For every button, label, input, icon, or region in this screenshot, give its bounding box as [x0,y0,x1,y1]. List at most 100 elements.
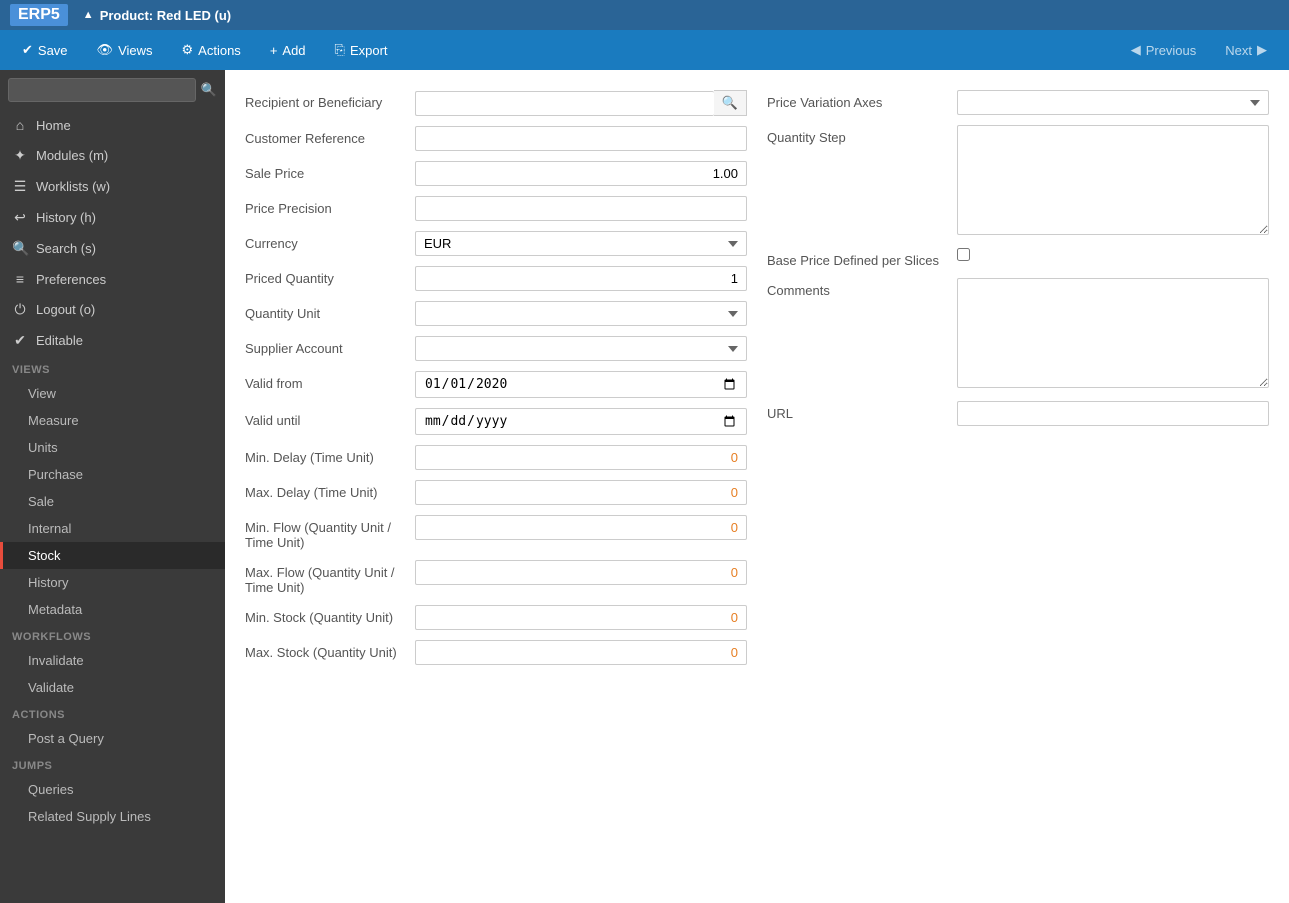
add-icon: + [270,43,278,58]
sidebar-item-validate[interactable]: Validate [0,674,225,701]
min-flow-row: Min. Flow (Quantity Unit / Time Unit) [245,515,747,550]
add-button[interactable]: + Add [258,38,318,63]
sidebar-item-stock[interactable]: Stock [0,542,225,569]
sidebar-item-view[interactable]: View [0,380,225,407]
valid-from-input[interactable] [415,371,747,398]
url-input[interactable] [957,401,1269,426]
max-delay-field [415,480,747,505]
next-button[interactable]: Next ▶ [1213,37,1279,63]
sidebar-item-worklists[interactable]: ☰ Worklists (w) [0,171,225,202]
main-layout: 🔍 ⌂ Home ✦ Modules (m) ☰ Worklists (w) ↩… [0,70,1289,903]
currency-label: Currency [245,231,405,251]
sidebar-search: 🔍 [0,70,225,110]
export-button[interactable]: ⎘ Export [323,37,400,63]
min-delay-label: Min. Delay (Time Unit) [245,445,405,465]
supplier-account-select[interactable] [415,336,747,361]
sidebar-item-label: Worklists (w) [36,179,110,194]
min-delay-input[interactable] [415,445,747,470]
min-stock-label: Min. Stock (Quantity Unit) [245,605,405,625]
sidebar-item-logout[interactable]: ⏻ Logout (o) [0,294,225,325]
quantity-step-textarea[interactable] [957,125,1269,235]
price-precision-label: Price Precision [245,196,405,216]
sidebar-item-internal[interactable]: Internal [0,515,225,542]
max-delay-row: Max. Delay (Time Unit) [245,480,747,505]
max-delay-input[interactable] [415,480,747,505]
add-label: Add [282,43,305,58]
max-flow-input[interactable] [415,560,747,585]
quantity-unit-select[interactable] [415,301,747,326]
max-flow-field [415,560,747,585]
history-icon: ↩ [12,209,28,226]
recipient-label: Recipient or Beneficiary [245,90,405,110]
erp5-logo: ERP5 [10,4,68,26]
comments-textarea[interactable] [957,278,1269,388]
sidebar-item-post-query[interactable]: Post a Query [0,725,225,752]
sidebar-item-history-view[interactable]: History [0,569,225,596]
currency-select[interactable]: EUR USD GBP [415,231,747,256]
page-title: ▲ Product: Red LED (u) [83,8,231,23]
prev-icon: ◀ [1131,42,1141,58]
comments-field [957,278,1269,391]
max-stock-label: Max. Stock (Quantity Unit) [245,640,405,660]
save-button[interactable]: ✔ Save [10,37,80,63]
base-price-checkbox[interactable] [957,248,970,261]
price-variation-field [957,90,1269,115]
sidebar-item-search[interactable]: 🔍 Search (s) [0,233,225,264]
sidebar-item-units[interactable]: Units [0,434,225,461]
max-stock-input[interactable] [415,640,747,665]
customer-ref-row: Customer Reference [245,126,747,151]
sale-price-input[interactable] [415,161,747,186]
sidebar-item-label: Editable [36,333,83,348]
sidebar-item-measure[interactable]: Measure [0,407,225,434]
price-precision-input[interactable] [415,196,747,221]
sidebar-item-label: Preferences [36,272,106,287]
sidebar-item-label: Logout (o) [36,302,95,317]
actions-button[interactable]: ⚙ Actions [170,37,253,63]
price-variation-label: Price Variation Axes [767,90,947,110]
sale-price-label: Sale Price [245,161,405,181]
valid-from-row: Valid from [245,371,747,398]
next-icon: ▶ [1257,42,1267,58]
sidebar-item-queries[interactable]: Queries [0,776,225,803]
previous-button[interactable]: ◀ Previous [1119,37,1209,63]
quantity-unit-field [415,301,747,326]
recipient-search-button[interactable]: 🔍 [714,90,747,116]
min-stock-field [415,605,747,630]
min-stock-row: Min. Stock (Quantity Unit) [245,605,747,630]
search-input[interactable] [8,78,196,102]
recipient-input[interactable] [415,91,714,116]
price-variation-select[interactable] [957,90,1269,115]
min-stock-input[interactable] [415,605,747,630]
min-flow-input[interactable] [415,515,747,540]
recipient-input-wrapper: 🔍 [415,90,747,116]
supplier-account-label: Supplier Account [245,336,405,356]
customer-ref-input[interactable] [415,126,747,151]
editable-icon: ✔ [12,332,28,349]
sidebar-item-invalidate[interactable]: Invalidate [0,647,225,674]
sidebar-item-modules[interactable]: ✦ Modules (m) [0,140,225,171]
max-flow-label: Max. Flow (Quantity Unit / Time Unit) [245,560,405,595]
priced-qty-input[interactable] [415,266,747,291]
quantity-unit-row: Quantity Unit [245,301,747,326]
priced-qty-row: Priced Quantity [245,266,747,291]
views-section-header: VIEWS [0,356,225,380]
right-form-section: Price Variation Axes Quantity Step [767,90,1269,675]
search-icon[interactable]: 🔍 [201,82,217,98]
comments-row: Comments [767,278,1269,391]
sidebar: 🔍 ⌂ Home ✦ Modules (m) ☰ Worklists (w) ↩… [0,70,225,903]
sidebar-item-purchase[interactable]: Purchase [0,461,225,488]
sale-price-row: Sale Price [245,161,747,186]
page-title-text: Product: Red LED (u) [100,8,231,23]
sidebar-item-metadata[interactable]: Metadata [0,596,225,623]
search-nav-icon: 🔍 [12,240,28,257]
views-button[interactable]: 👁 Views [85,37,165,63]
sidebar-item-editable[interactable]: ✔ Editable [0,325,225,356]
sidebar-item-related-supply[interactable]: Related Supply Lines [0,803,225,830]
actions-label: Actions [198,43,241,58]
sidebar-item-sale[interactable]: Sale [0,488,225,515]
sidebar-item-history[interactable]: ↩ History (h) [0,202,225,233]
sidebar-item-preferences[interactable]: ≡ Preferences [0,264,225,294]
valid-until-input[interactable] [415,408,747,435]
actions-icon: ⚙ [182,42,194,58]
sidebar-item-home[interactable]: ⌂ Home [0,110,225,140]
